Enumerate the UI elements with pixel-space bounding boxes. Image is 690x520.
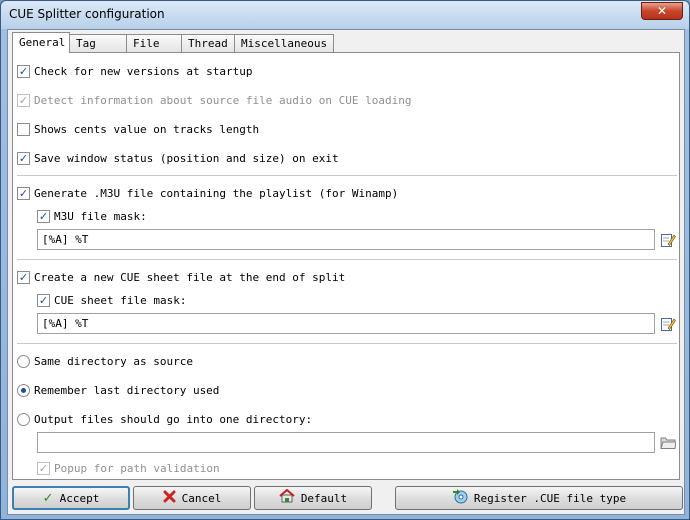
cue-mask-label: CUE sheet file mask: (54, 293, 187, 307)
register-cue-button[interactable]: Register .CUE file type (395, 486, 683, 510)
same-directory-label: Same directory as source (34, 354, 193, 368)
default-reset-icon (279, 488, 295, 507)
tab-thread[interactable]: Thread (181, 34, 235, 52)
folder-icon[interactable] (659, 434, 677, 452)
tab-strip: General Tag File Thread Miscellaneous (12, 32, 334, 53)
button-bar: ✓ Accept Cancel Default Register .CUE fi… (12, 486, 683, 510)
m3u-mask-checkbox[interactable]: ✓ (37, 209, 50, 223)
popup-validation-checkbox: ✓ (37, 461, 50, 475)
m3u-mask-label: M3U file mask: (54, 209, 147, 223)
cancel-x-icon (163, 490, 176, 507)
output-directory-label: Output files should go into one director… (34, 412, 313, 426)
show-cents-option[interactable]: Shows cents value on tracks length (17, 121, 259, 137)
cue-mask-input[interactable]: [%A] %T (37, 313, 655, 334)
popup-validation-option: ✓ Popup for path validation (37, 460, 220, 476)
dialog-client-area: General Tag File Thread Miscellaneous ✓ … (7, 29, 685, 515)
separator (17, 175, 677, 176)
detect-info-label: Detect information about source file aud… (34, 93, 412, 107)
default-button[interactable]: Default (254, 486, 372, 510)
window-title: CUE Splitter configuration (9, 7, 165, 21)
generate-m3u-checkbox[interactable]: ✓ (17, 186, 30, 200)
remember-directory-option[interactable]: Remember last directory used (17, 382, 219, 398)
check-icon: ✓ (42, 490, 54, 506)
output-directory-option[interactable]: Output files should go into one director… (17, 411, 312, 427)
detect-info-checkbox: ✓ (17, 93, 30, 107)
same-directory-radio[interactable] (17, 354, 30, 368)
popup-validation-label: Popup for path validation (54, 461, 220, 475)
register-file-type-icon (452, 488, 468, 508)
create-cue-label: Create a new CUE sheet file at the end o… (34, 270, 346, 284)
cue-mask-checkbox[interactable]: ✓ (37, 293, 50, 307)
check-versions-label: Check for new versions at startup (34, 64, 253, 78)
save-window-checkbox[interactable]: ✓ (17, 151, 30, 165)
m3u-mask-input[interactable]: [%A] %T (37, 229, 655, 250)
output-directory-input[interactable] (37, 432, 655, 453)
edit-pencil-icon[interactable] (659, 315, 677, 333)
output-directory-radio[interactable] (17, 412, 30, 426)
default-button-label: Default (300, 491, 348, 505)
save-window-option[interactable]: ✓ Save window status (position and size)… (17, 150, 339, 166)
create-cue-option[interactable]: ✓ Create a new CUE sheet file at the end… (17, 269, 345, 285)
tab-file[interactable]: File (126, 34, 182, 52)
accept-button-label: Accept (59, 491, 100, 505)
close-button[interactable]: ✕ (641, 2, 683, 20)
remember-directory-radio[interactable] (17, 383, 30, 397)
general-tab-panel: ✓ Check for new versions at startup ✓ De… (12, 52, 680, 480)
tab-miscellaneous[interactable]: Miscellaneous (234, 34, 334, 52)
show-cents-checkbox[interactable] (17, 122, 30, 136)
separator (17, 259, 677, 260)
close-icon: ✕ (656, 4, 668, 18)
tab-tag[interactable]: Tag (69, 34, 127, 52)
check-versions-checkbox[interactable]: ✓ (17, 64, 30, 78)
create-cue-checkbox[interactable]: ✓ (17, 270, 30, 284)
separator (17, 343, 677, 344)
check-versions-option[interactable]: ✓ Check for new versions at startup (17, 63, 253, 79)
cancel-button-label: Cancel (181, 491, 222, 505)
edit-pencil-icon[interactable] (659, 231, 677, 249)
detect-info-option: ✓ Detect information about source file a… (17, 92, 412, 108)
tab-general[interactable]: General (12, 32, 70, 53)
generate-m3u-label: Generate .M3U file containing the playli… (34, 186, 399, 200)
cancel-button[interactable]: Cancel (133, 486, 251, 510)
m3u-mask-option[interactable]: ✓ M3U file mask: (37, 208, 147, 224)
show-cents-label: Shows cents value on tracks length (34, 122, 260, 136)
title-bar[interactable]: CUE Splitter configuration ✕ (1, 1, 689, 29)
register-button-label: Register .CUE file type (473, 491, 627, 505)
same-directory-option[interactable]: Same directory as source (17, 353, 193, 369)
cue-mask-option[interactable]: ✓ CUE sheet file mask: (37, 292, 186, 308)
remember-directory-label: Remember last directory used (34, 383, 220, 397)
accept-button[interactable]: ✓ Accept (12, 486, 130, 510)
dialog-window: CUE Splitter configuration ✕ General Tag… (0, 0, 690, 520)
generate-m3u-option[interactable]: ✓ Generate .M3U file containing the play… (17, 185, 398, 201)
save-window-label: Save window status (position and size) o… (34, 151, 339, 165)
